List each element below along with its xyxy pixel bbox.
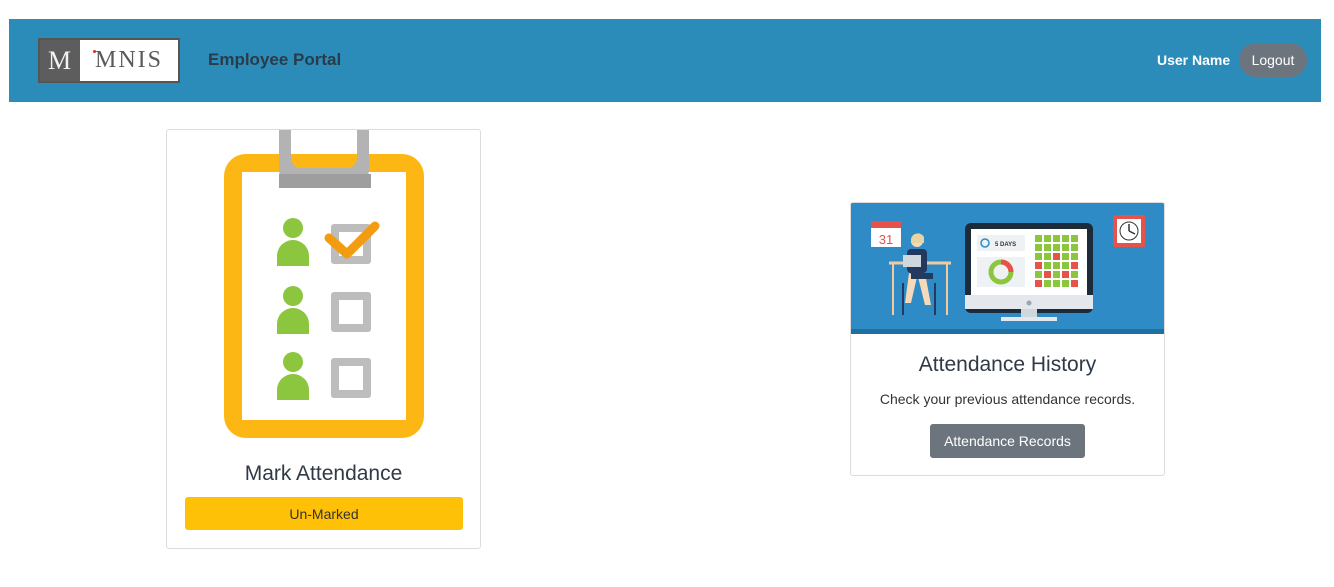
logo-monogram: M xyxy=(40,40,80,81)
clipboard-checklist-icon[interactable] xyxy=(217,130,432,448)
logout-button[interactable]: Logout xyxy=(1239,43,1307,77)
monitor-dashboard-icon: 5 DAYS xyxy=(965,223,1093,321)
wall-clock-icon xyxy=(1113,215,1145,247)
logo-wordmark: MNIS xyxy=(83,43,175,78)
attendance-history-title: Attendance History xyxy=(918,353,1097,376)
mark-attendance-card: Mark Attendance Un-Marked xyxy=(166,129,481,549)
office-desk-illustration: 31 5 DAYS xyxy=(851,203,1164,334)
user-name: User Name xyxy=(1157,52,1231,68)
calendar-icon: 31 xyxy=(871,221,901,247)
svg-text:5 DAYS: 5 DAYS xyxy=(995,242,1016,248)
attendance-history-description: Check your previous attendance records. xyxy=(879,391,1136,407)
attendance-history-card: 31 5 DAYS Attendance History Check your … xyxy=(850,202,1165,476)
logo-text: MNIS xyxy=(94,47,163,73)
mark-attendance-title: Mark Attendance xyxy=(244,462,403,485)
top-navbar: M MNIS Employee Portal User Name Logout xyxy=(9,19,1321,102)
company-logo[interactable]: M MNIS xyxy=(38,38,180,83)
attendance-records-button[interactable]: Attendance Records xyxy=(930,424,1085,458)
unmarked-status-button[interactable]: Un-Marked xyxy=(185,497,463,530)
logo-dot-icon xyxy=(93,50,96,53)
svg-text:31: 31 xyxy=(879,232,893,247)
brand-title[interactable]: Employee Portal xyxy=(208,50,341,70)
attendance-history-illustration: 31 5 DAYS xyxy=(851,203,1164,334)
